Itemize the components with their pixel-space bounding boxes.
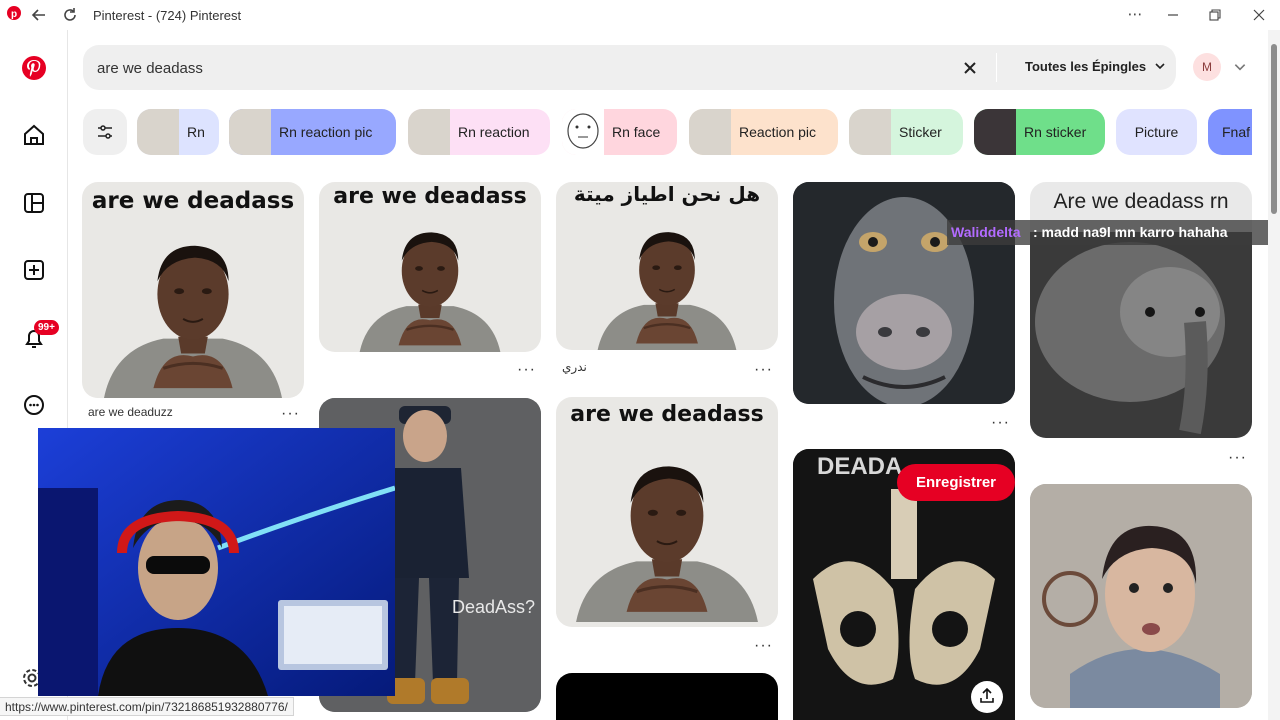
notification-badge: 99+ <box>34 320 59 335</box>
svg-text:p: p <box>11 9 17 20</box>
streamer-webcam <box>38 428 395 696</box>
chip-rn[interactable]: Rn <box>137 109 219 155</box>
pin-image <box>1030 484 1252 708</box>
chip-rn-sticker[interactable]: Rn sticker <box>974 109 1105 155</box>
pin-more-options-icon[interactable]: ··· <box>991 414 1010 432</box>
chip-rn-reaction-pic[interactable]: Rn reaction pic <box>229 109 396 155</box>
save-pin-button[interactable]: Enregistrer <box>897 464 1015 501</box>
browser-title-bar: p Pinterest - (724) Pinterest ⋯ <box>0 0 1280 30</box>
pin-are-we-deadass-3[interactable]: are we deadass <box>556 397 778 627</box>
search-divider <box>996 53 997 82</box>
pin-dark[interactable] <box>556 673 778 720</box>
pinterest-favicon-icon: p <box>5 6 23 24</box>
chip-thumbnail <box>408 109 450 155</box>
chip-thumbnail <box>849 109 891 155</box>
pin-are-we-deadass-1[interactable]: are we deadass <box>82 182 304 398</box>
status-bar-url: https://www.pinterest.com/pin/7321868519… <box>0 697 294 716</box>
restore-icon[interactable] <box>1206 6 1224 24</box>
chip-reaction-pic[interactable]: Reaction pic <box>689 109 838 155</box>
avatar[interactable]: M <box>1193 53 1221 81</box>
pin-more-options-icon[interactable]: ··· <box>517 361 536 379</box>
pin-filter-label: Toutes les Épingles <box>1025 59 1147 74</box>
pin-filter-dropdown[interactable]: Toutes les Épingles <box>1025 59 1166 75</box>
chat-username: Waliddelta <box>951 224 1021 240</box>
chip-label: Rn reaction <box>458 124 530 140</box>
pin-caption[interactable]: ندري <box>562 360 587 374</box>
window-title: Pinterest - (724) Pinterest <box>93 8 242 23</box>
pin-more-options-icon[interactable]: ··· <box>281 405 300 423</box>
scrollbar-track[interactable] <box>1268 30 1280 720</box>
chip-picture[interactable]: Picture <box>1116 109 1197 155</box>
create-icon[interactable] <box>18 254 50 286</box>
home-icon[interactable] <box>18 119 50 151</box>
pin-are-we-deadass-2[interactable]: are we deadass <box>319 182 541 352</box>
chip-thumbnail <box>562 109 604 155</box>
pin-image <box>793 182 1015 404</box>
filters-button[interactable] <box>83 109 127 155</box>
pin-meme-title: are we deadass <box>570 402 764 427</box>
more-options-icon[interactable]: ⋯ <box>1126 6 1144 24</box>
pin-meme-title: هل نحن اطياز ميتة <box>573 182 761 206</box>
pin-more-options-icon[interactable]: ··· <box>754 361 773 379</box>
pin-image <box>556 212 778 350</box>
chip-sticker[interactable]: Sticker <box>849 109 963 155</box>
pin-meme-title: Are we deadass rn <box>1053 190 1229 213</box>
chip-label: Rn reaction pic <box>279 124 373 140</box>
pin-image <box>556 435 778 627</box>
back-arrow-icon[interactable] <box>30 6 48 24</box>
chip-label: Fnaf <box>1222 124 1251 140</box>
clear-search-icon[interactable] <box>960 58 980 78</box>
search-input[interactable] <box>97 57 917 79</box>
chip-thumbnail <box>229 109 271 155</box>
pin-donkey[interactable] <box>793 182 1015 404</box>
chip-label: Picture <box>1134 124 1179 140</box>
share-button[interactable] <box>971 681 1003 713</box>
messages-icon[interactable] <box>18 389 50 421</box>
chip-label: Rn <box>187 124 205 140</box>
chat-text: : madd na9l mn karro hahaha <box>1033 224 1228 240</box>
pin-more-options-icon[interactable]: ··· <box>754 637 773 655</box>
pin-meme-title: are we deadass <box>333 184 527 209</box>
chip-thumbnail <box>137 109 179 155</box>
pin-shocked-guy[interactable] <box>1030 484 1252 708</box>
pin-image <box>1030 232 1252 438</box>
pin-image <box>319 212 541 352</box>
chip-label: Reaction pic <box>739 124 817 140</box>
pin-overlay-text: DEADA <box>817 453 903 480</box>
minimize-icon[interactable] <box>1164 6 1182 24</box>
pin-overlay-text: DeadAss? <box>452 597 536 617</box>
chip-fnaf[interactable]: Fnaf <box>1208 109 1252 155</box>
pin-caption[interactable]: are we deaduzz <box>88 405 173 419</box>
chip-thumbnail <box>974 109 1016 155</box>
pin-arabic-deadass[interactable]: هل نحن اطياز ميتة <box>556 182 778 350</box>
chip-rn-reaction[interactable]: Rn reaction <box>408 109 550 155</box>
filter-sliders-icon <box>98 125 112 139</box>
webcam-image <box>38 428 395 696</box>
share-upload-icon <box>980 688 994 703</box>
close-window-icon[interactable] <box>1250 6 1268 24</box>
chip-label: Sticker <box>899 124 942 140</box>
chevron-down-icon <box>1154 60 1166 75</box>
chip-rn-face[interactable]: Rn face <box>562 109 677 155</box>
account-chevron-icon[interactable] <box>1233 60 1247 79</box>
explore-icon[interactable] <box>18 187 50 219</box>
scrollbar-thumb[interactable] <box>1271 44 1277 214</box>
chip-label: Rn sticker <box>1024 124 1087 140</box>
reload-icon[interactable] <box>61 6 79 24</box>
stream-chat-message: Waliddelta : madd na9l mn karro hahaha <box>947 220 1279 245</box>
search-bar <box>83 45 1176 90</box>
pin-image <box>82 220 304 398</box>
pinterest-logo-icon[interactable] <box>18 52 50 84</box>
pin-deadass-pelvis[interactable]: DEADA Enregistrer <box>793 449 1015 720</box>
pin-meme-title: are we deadass <box>91 188 295 214</box>
chip-thumbnail <box>689 109 731 155</box>
pin-more-options-icon[interactable]: ··· <box>1228 449 1247 467</box>
chip-label: Rn face <box>612 124 661 140</box>
